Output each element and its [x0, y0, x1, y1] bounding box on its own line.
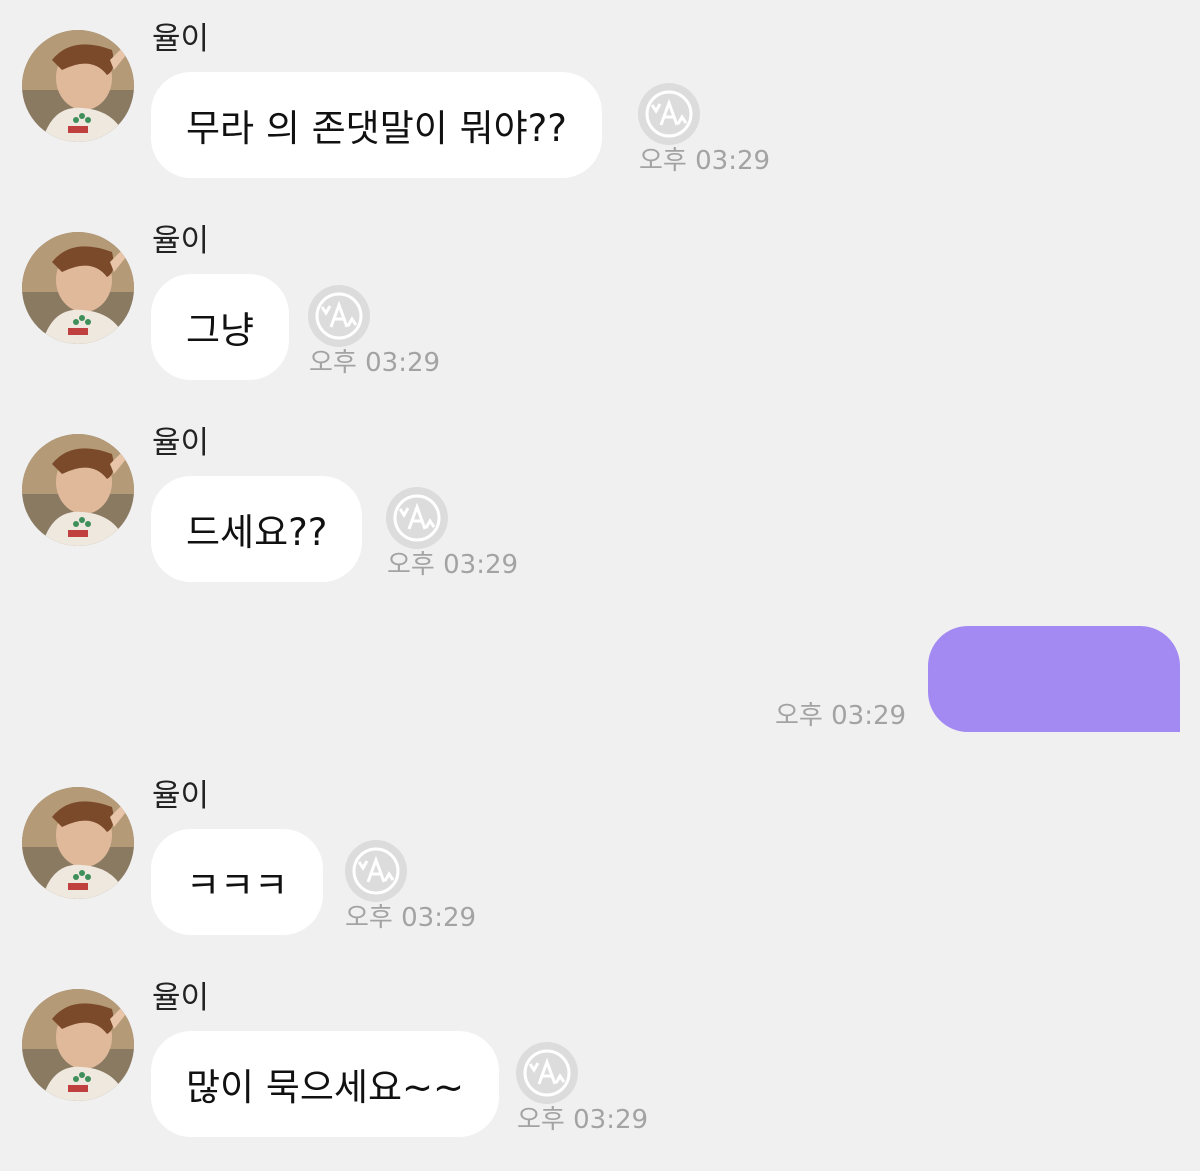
- timestamp: 오후 03:29: [775, 701, 907, 731]
- avatar[interactable]: [22, 434, 134, 546]
- avatar[interactable]: [22, 787, 134, 899]
- translate-icon[interactable]: [638, 83, 700, 145]
- sender-name: 율이: [152, 21, 210, 57]
- sender-name: 율이: [152, 778, 210, 814]
- timestamp: 오후 03:29: [387, 550, 519, 580]
- translate-icon[interactable]: [516, 1042, 578, 1104]
- message-bubble[interactable]: 그냥: [151, 274, 290, 380]
- my-message-bubble[interactable]: [928, 626, 1180, 732]
- translate-icon[interactable]: [386, 487, 448, 549]
- translate-icon[interactable]: [308, 285, 370, 347]
- message-bubble[interactable]: 드세요??: [151, 476, 363, 582]
- timestamp: 오후 03:29: [309, 348, 441, 378]
- sender-name: 율이: [152, 223, 210, 259]
- message-bubble[interactable]: 무라 의 존댓말이 뭐야??: [151, 72, 602, 178]
- timestamp: 오후 03:29: [639, 146, 771, 176]
- avatar[interactable]: [22, 30, 134, 142]
- timestamp: 오후 03:29: [517, 1105, 649, 1135]
- sender-name: 율이: [152, 425, 210, 461]
- translate-icon[interactable]: [345, 840, 407, 902]
- avatar[interactable]: [22, 232, 134, 344]
- message-bubble[interactable]: 많이 묵으세요~~: [151, 1031, 500, 1137]
- message-bubble[interactable]: ㅋㅋㅋ: [151, 829, 324, 935]
- sender-name: 율이: [152, 980, 210, 1016]
- avatar[interactable]: [22, 989, 134, 1101]
- timestamp: 오후 03:29: [345, 903, 477, 933]
